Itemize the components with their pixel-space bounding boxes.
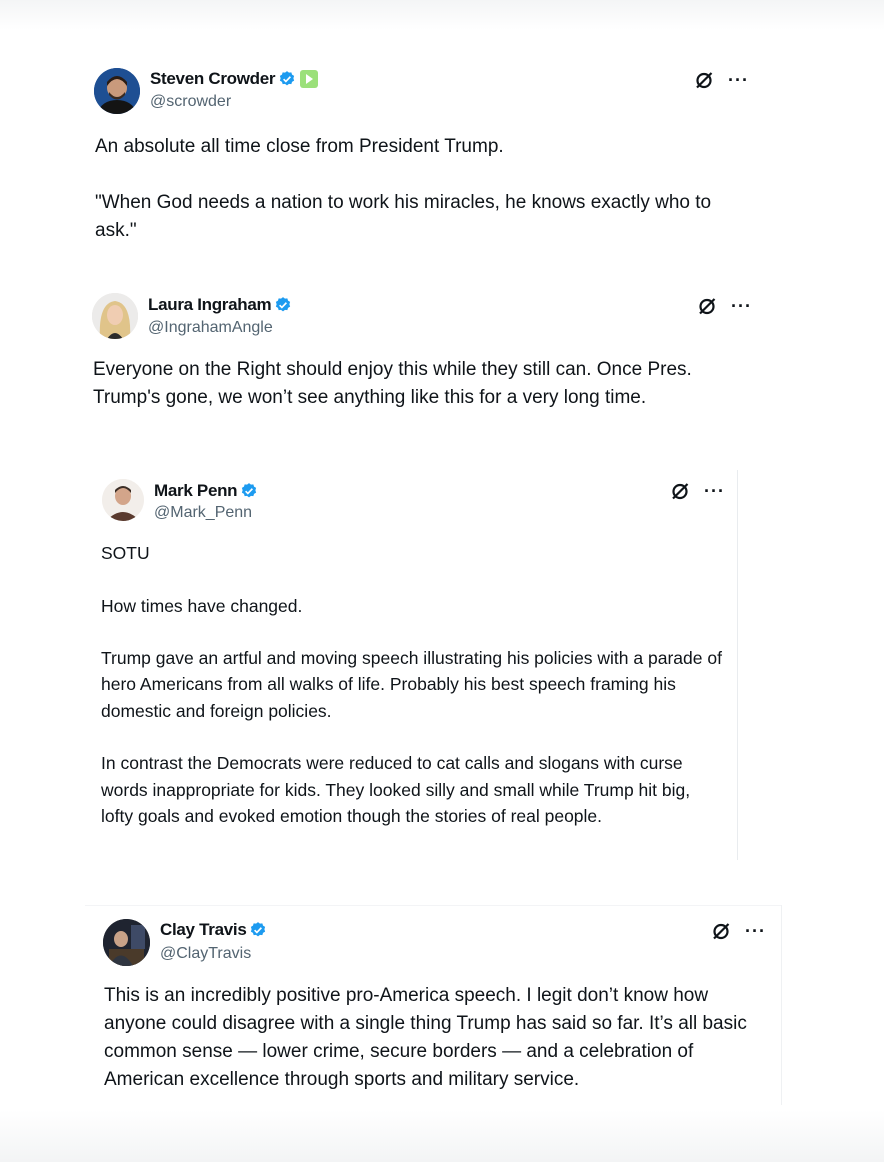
tweet-text: An absolute all time close from Presiden… <box>95 136 712 241</box>
avatar[interactable] <box>94 68 140 114</box>
tweet-text: Everyone on the Right should enjoy this … <box>93 359 692 408</box>
handle[interactable]: @scrowder <box>150 93 231 111</box>
more-options-icon[interactable]: ··· <box>731 297 752 315</box>
tweet-text: This is an incredibly positive pro-Ameri… <box>104 985 747 1090</box>
verified-icon <box>242 483 257 498</box>
grok-icon[interactable] <box>670 481 690 501</box>
avatar[interactable] <box>103 919 150 966</box>
card-divider <box>737 470 738 860</box>
avatar[interactable] <box>92 293 138 339</box>
verified-icon <box>280 71 295 86</box>
video-badge-icon <box>300 70 319 88</box>
grok-icon[interactable] <box>711 921 731 941</box>
grok-icon[interactable] <box>694 70 714 90</box>
display-name[interactable]: Laura Ingraham <box>148 295 272 315</box>
more-options-icon[interactable]: ··· <box>704 482 725 500</box>
display-name[interactable]: Clay Travis <box>160 920 247 940</box>
verified-icon <box>276 297 291 312</box>
handle[interactable]: @ClayTravis <box>160 945 251 963</box>
display-name[interactable]: Mark Penn <box>154 481 238 501</box>
card-divider <box>781 905 782 1105</box>
card-divider <box>85 905 781 906</box>
more-options-icon[interactable]: ··· <box>728 71 749 89</box>
more-options-icon[interactable]: ··· <box>745 922 766 940</box>
avatar[interactable] <box>102 479 144 521</box>
grok-icon[interactable] <box>697 296 717 316</box>
handle[interactable]: @IngrahamAngle <box>148 319 273 337</box>
display-name[interactable]: Steven Crowder <box>150 69 276 89</box>
handle[interactable]: @Mark_Penn <box>154 504 252 522</box>
tweet-text: SOTU How times have changed. Trump gave … <box>101 543 722 826</box>
verified-icon <box>251 922 266 937</box>
